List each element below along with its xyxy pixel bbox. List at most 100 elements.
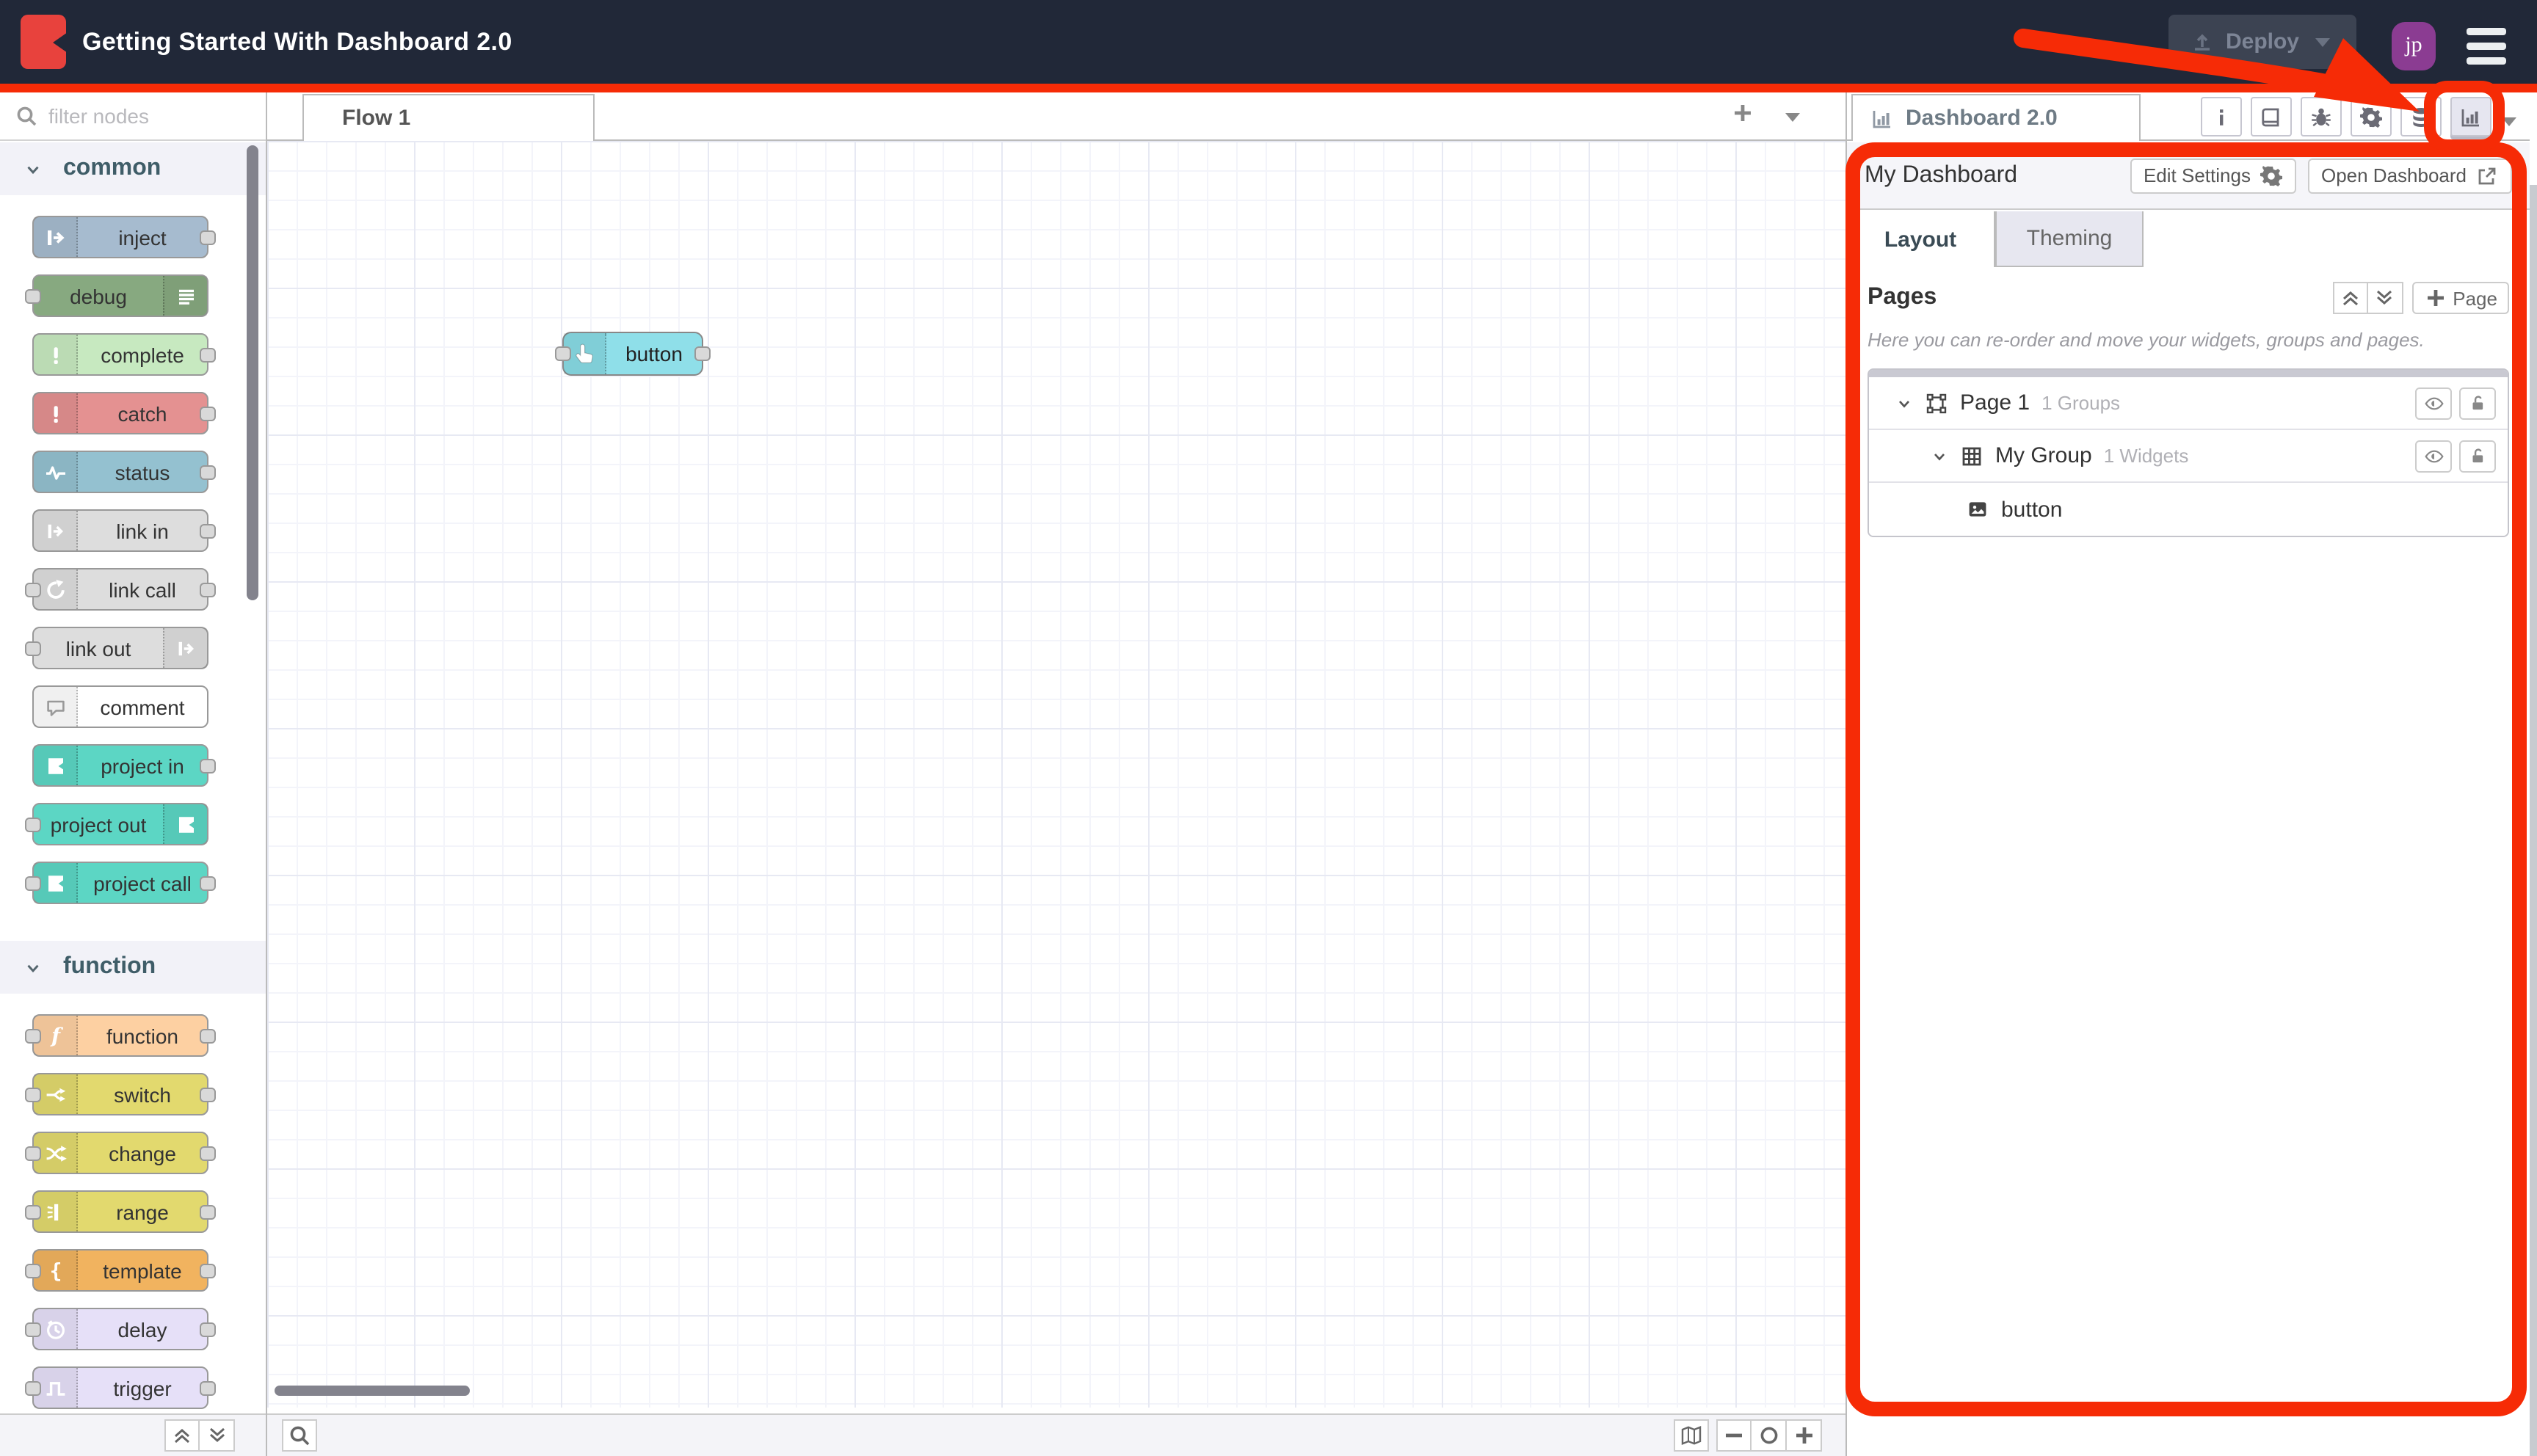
palette-node-catch[interactable]: catch [32, 392, 208, 434]
lock-toggle-button[interactable] [2459, 387, 2496, 419]
flow-list-button[interactable] [1781, 106, 1804, 129]
chart-icon [1870, 106, 1894, 130]
tree-drag-bar[interactable] [1869, 370, 2508, 377]
zoom-reset-button[interactable] [1752, 1419, 1787, 1452]
collapse-pages-button[interactable] [2332, 282, 2367, 314]
palette-node-label: debug [34, 276, 163, 316]
deploy-caret-icon[interactable] [2311, 30, 2334, 54]
node-input-port [25, 876, 41, 890]
node-input-port[interactable] [555, 346, 571, 361]
palette-node-delay[interactable]: delay [32, 1308, 208, 1350]
node-input-port [25, 1322, 41, 1336]
comment-bubble-icon [34, 687, 78, 727]
canvas-search-button[interactable] [282, 1419, 317, 1452]
window-edge [2530, 185, 2537, 1456]
sidebar-tool-info-button[interactable] [2201, 97, 2242, 136]
palette-collapse-all-button[interactable] [164, 1419, 200, 1452]
palette-node-project-out[interactable]: project out [32, 803, 208, 845]
sidebar-tool-book-button[interactable] [2251, 97, 2292, 136]
header-bar: Getting Started With Dashboard 2.0 Deplo… [0, 0, 2537, 84]
palette-category-common[interactable]: common [0, 142, 266, 195]
button-node[interactable]: button [562, 332, 703, 376]
node-output-port [200, 1087, 216, 1102]
tab-layout[interactable]: Layout [1847, 211, 1995, 267]
palette-node-link-in[interactable]: link in [32, 509, 208, 552]
palette-node-debug[interactable]: debug [32, 274, 208, 317]
sidebar-tool-gear-button[interactable] [2351, 97, 2392, 136]
main-menu-button[interactable] [2467, 28, 2506, 65]
sidebar-menu-caret[interactable] [2497, 110, 2521, 134]
canvas-hscrollbar[interactable] [275, 1386, 470, 1396]
palette-node-status[interactable]: status [32, 451, 208, 493]
unlock-icon [2468, 446, 2487, 465]
zoom-out-button[interactable] [1716, 1419, 1752, 1452]
node-output-port[interactable] [694, 346, 711, 361]
link-arrow-icon [163, 628, 207, 668]
pages-description: Here you can re-order and move your widg… [1868, 329, 2509, 351]
palette-node-inject[interactable]: inject [32, 216, 208, 258]
flow-canvas[interactable]: button [267, 141, 1845, 1408]
dashboard-tabs: LayoutTheming [1847, 211, 2530, 267]
palette-category-function[interactable]: function [0, 941, 266, 994]
palette-node-comment[interactable]: comment [32, 685, 208, 728]
user-avatar[interactable]: jp [2392, 22, 2436, 70]
palette-filter-placeholder: filter nodes [48, 104, 149, 128]
node-output-port [200, 465, 216, 479]
open-dashboard-button[interactable]: Open Dashboard [2308, 158, 2512, 193]
node-input-port [25, 1204, 41, 1219]
node-output-port [200, 1146, 216, 1160]
sidebar-tool-layers-button[interactable] [2400, 97, 2442, 136]
nodered-logo-icon [34, 746, 78, 785]
link-arrow-icon [34, 511, 78, 550]
palette-node-function[interactable]: ffunction [32, 1014, 208, 1057]
palette-node-change[interactable]: change [32, 1132, 208, 1174]
add-page-button[interactable]: Page [2411, 282, 2509, 314]
visibility-toggle-button[interactable] [2415, 440, 2452, 472]
deploy-button[interactable]: Deploy [2168, 15, 2356, 69]
node-input-port [25, 1028, 41, 1043]
palette-node-link-call[interactable]: link call [32, 568, 208, 611]
chevron-down-icon[interactable] [1895, 394, 1913, 412]
palette-node-range[interactable]: range [32, 1190, 208, 1233]
palette-expand-all-button[interactable] [200, 1419, 235, 1452]
palette-node-label: link call [78, 569, 207, 609]
node-input-port [25, 1263, 41, 1278]
palette-node-complete[interactable]: complete [32, 333, 208, 376]
palette-node-switch[interactable]: switch [32, 1073, 208, 1115]
sidebar-tool-bug-button[interactable] [2301, 97, 2342, 136]
hand-pointer-icon [573, 342, 596, 365]
palette-node-project-in[interactable]: project in [32, 744, 208, 787]
tab-theming[interactable]: Theming [1995, 211, 2144, 267]
palette-node-label: link out [34, 628, 163, 668]
palette-node-label: link in [78, 511, 207, 550]
add-flow-button[interactable] [1731, 101, 1754, 125]
palette-node-link-out[interactable]: link out [32, 627, 208, 669]
zoom-in-button[interactable] [1787, 1419, 1822, 1452]
lock-toggle-button[interactable] [2459, 440, 2496, 472]
edit-settings-button[interactable]: Edit Settings [2130, 158, 2296, 193]
palette-node-label: template [78, 1251, 207, 1290]
sidebar-tab-dashboard[interactable]: Dashboard 2.0 [1851, 94, 2141, 141]
tree-row-my-group[interactable]: My Group1 Widgets [1869, 430, 2508, 483]
tab-flow-1[interactable]: Flow 1 [302, 94, 595, 141]
sidebar-tool-chart-button[interactable] [2450, 97, 2491, 136]
palette-node-trigger[interactable]: trigger [32, 1366, 208, 1409]
sidebar-toolbar [2201, 97, 2491, 136]
visibility-toggle-button[interactable] [2415, 387, 2452, 419]
palette-scrollbar[interactable] [247, 145, 258, 600]
nodered-logo-icon [163, 804, 207, 844]
tree-row-button[interactable]: button [1869, 483, 2508, 536]
inject-arrow-icon [34, 217, 78, 257]
palette-node-project-call[interactable]: project call [32, 862, 208, 904]
chevron-down-icon[interactable] [1931, 447, 1948, 465]
workspace: Flow 1 button [267, 92, 1845, 1456]
tree-row-page-1[interactable]: Page 11 Groups [1869, 377, 2508, 430]
navigator-button[interactable] [1674, 1419, 1709, 1452]
palette-node-label: change [78, 1133, 207, 1173]
expand-pages-button[interactable] [2367, 282, 2403, 314]
sidebar-tab-label: Dashboard 2.0 [1906, 106, 2058, 131]
palette-node-template[interactable]: {template [32, 1249, 208, 1292]
palette-footer [0, 1413, 266, 1456]
palette-filter[interactable]: filter nodes [0, 92, 266, 141]
dashboard-title: My Dashboard [1865, 162, 2130, 189]
